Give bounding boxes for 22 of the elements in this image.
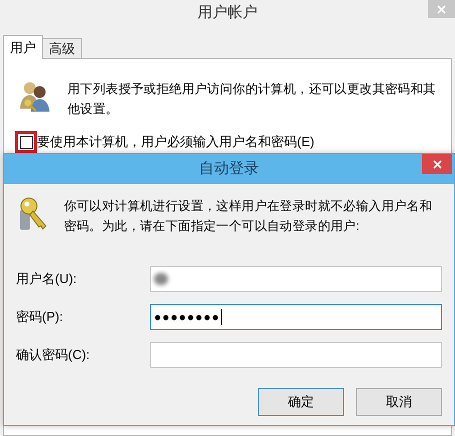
close-icon	[432, 160, 442, 168]
dialog-message: 你可以对计算机进行设置，这样用户在登录时就不必输入用户名和密码。为此，请在下面指定一个可以自动登录的用户:	[64, 198, 434, 235]
intro-text: 用下列表授予或拒绝用户访问你的计算机，还可以更改其密码和其他设置。	[68, 81, 437, 118]
users-icon	[18, 79, 52, 113]
tab[interactable]: 用户	[3, 35, 43, 59]
field-label: 用户名(U):	[16, 270, 78, 288]
close-button[interactable]	[422, 154, 452, 174]
input-field[interactable]: ●●●●●●●●	[150, 304, 442, 330]
dialog-button[interactable]: 确定	[258, 388, 344, 416]
close-icon	[437, 4, 446, 14]
redaction-blur	[154, 273, 168, 285]
dialog-title: 自动登录	[199, 158, 259, 179]
field-label: 密码(P):	[16, 308, 64, 326]
text-cursor	[220, 309, 222, 325]
field-label: 确认密码(C):	[16, 346, 91, 364]
tab[interactable]: 高级	[43, 38, 82, 58]
window-title: 用户帐户	[198, 2, 258, 23]
checkbox-label: 要使用本计算机，用户必须输入用户名和密码(E)	[37, 133, 314, 152]
dialog-button[interactable]: 取消	[356, 388, 442, 416]
input-field[interactable]	[150, 266, 442, 292]
require-password-checkbox[interactable]	[20, 136, 32, 148]
input-field[interactable]	[150, 342, 442, 368]
